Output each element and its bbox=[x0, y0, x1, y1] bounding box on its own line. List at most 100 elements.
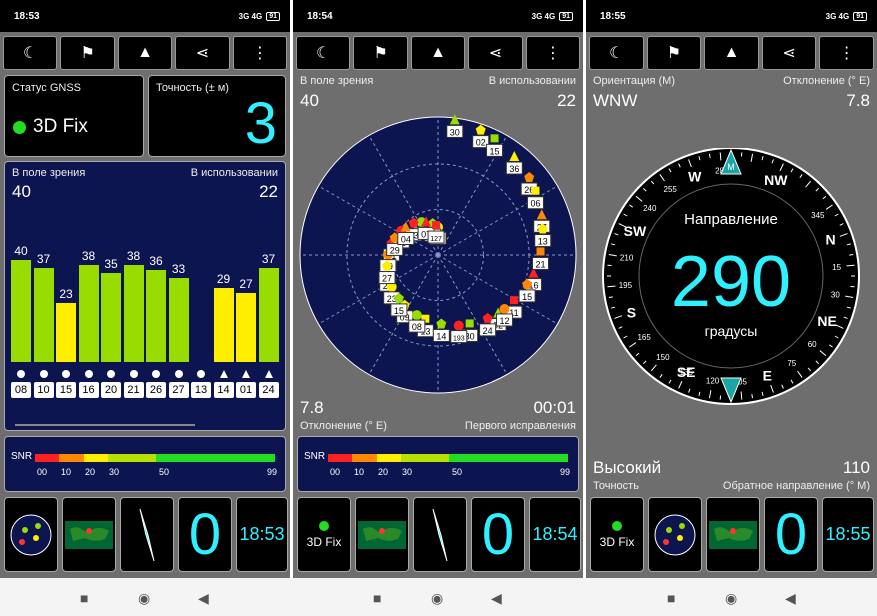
counter-value: 0 bbox=[481, 502, 515, 567]
satellite-marker bbox=[509, 296, 518, 305]
snr-tick: 99 bbox=[560, 467, 571, 477]
counter-tile[interactable]: 0 bbox=[764, 497, 818, 572]
declination-label: Отклонение (° E) bbox=[300, 420, 387, 432]
compass-tick bbox=[719, 152, 722, 161]
map-person-icon[interactable]: ⚑ bbox=[60, 36, 115, 70]
compass-thumbnail-tile[interactable] bbox=[413, 497, 467, 572]
snr-tick: 99 bbox=[267, 467, 278, 477]
gnss-status-panel[interactable]: Статус GNSS 3D Fix bbox=[4, 75, 144, 157]
status-icons: 3G 4G 91 bbox=[532, 11, 573, 21]
compass-tick bbox=[740, 391, 743, 400]
clock: 18:53 bbox=[14, 10, 40, 22]
status-tile[interactable]: 3D Fix bbox=[297, 497, 351, 572]
compass-tick bbox=[849, 253, 854, 256]
compass-degree: 165 bbox=[637, 333, 651, 342]
satellite-label: 127 bbox=[430, 236, 442, 243]
snr-bar bbox=[168, 278, 189, 362]
status-icons: 3G 4G 91 bbox=[826, 11, 867, 21]
in-view-label: В поле зрения bbox=[12, 167, 86, 179]
share-icon[interactable]: ⋖ bbox=[468, 36, 523, 70]
compass-tick bbox=[846, 264, 855, 267]
status-tile[interactable]: 3D Fix bbox=[590, 497, 644, 572]
counter-value: 0 bbox=[188, 502, 222, 567]
recents-icon[interactable]: ■ bbox=[373, 590, 381, 606]
fix-indicator-icon bbox=[319, 520, 329, 531]
satellite-label: 15 bbox=[522, 292, 532, 302]
in-use-label: В использовании bbox=[488, 75, 576, 87]
satellite-prn: 01 bbox=[236, 382, 256, 398]
snr-label: SNR bbox=[11, 451, 33, 462]
compass-degree: 75 bbox=[787, 359, 796, 368]
snr-tick: 30 bbox=[109, 467, 120, 477]
satellite-label: 08 bbox=[412, 322, 422, 332]
snr-bar-value: 37 bbox=[36, 251, 51, 266]
moon-icon[interactable]: ☾ bbox=[3, 36, 58, 70]
snr-bar bbox=[258, 267, 279, 362]
map-thumbnail-tile[interactable] bbox=[355, 497, 409, 572]
navigation-arrow-icon[interactable]: ▲ bbox=[117, 36, 173, 70]
fix-text: 3D Fix bbox=[33, 116, 88, 137]
fix-text: 3D Fix bbox=[306, 534, 342, 549]
satellite-prn: 13 bbox=[191, 382, 211, 398]
counter-tile[interactable]: 0 bbox=[471, 497, 525, 572]
sky-plot-icon bbox=[10, 514, 52, 555]
compass-degree: 30 bbox=[831, 290, 840, 299]
world-map-icon bbox=[709, 520, 757, 549]
heading-label: Направление bbox=[684, 211, 778, 228]
more-vert-icon[interactable]: ⋮ bbox=[819, 36, 874, 70]
share-icon[interactable]: ⋖ bbox=[175, 36, 230, 70]
satellite-marker bbox=[490, 134, 499, 143]
recents-icon[interactable]: ■ bbox=[667, 590, 675, 606]
world-map-icon bbox=[65, 520, 113, 549]
compass-thumbnail-tile[interactable] bbox=[120, 497, 174, 572]
navigation-arrow-icon[interactable]: ▲ bbox=[410, 36, 466, 70]
gps-marker-icon bbox=[129, 370, 138, 378]
home-icon[interactable]: ◉ bbox=[725, 590, 737, 607]
back-icon[interactable]: ◀ bbox=[198, 590, 209, 607]
map-person-icon[interactable]: ⚑ bbox=[353, 36, 408, 70]
clock-tile[interactable]: 18:55 bbox=[822, 497, 874, 572]
map-thumbnail-tile[interactable] bbox=[62, 497, 116, 572]
snr-tick: 50 bbox=[452, 467, 463, 477]
declination-value: 7.8 bbox=[300, 398, 324, 417]
more-vert-icon[interactable]: ⋮ bbox=[525, 36, 581, 70]
snr-tick: 00 bbox=[330, 467, 341, 477]
compass-degree: 195 bbox=[619, 281, 633, 290]
gps-marker-icon bbox=[39, 370, 48, 378]
more-vert-icon[interactable]: ⋮ bbox=[232, 36, 288, 70]
home-icon[interactable]: ◉ bbox=[138, 590, 150, 607]
clock-tile[interactable]: 18:53 bbox=[236, 497, 288, 572]
snr-bar-chart: 40 08 37 10 23 15 38 16 35 20 38 21 36 26 33 27 13 29 14 27… bbox=[11, 222, 279, 402]
home-icon[interactable]: ◉ bbox=[431, 590, 443, 607]
satellite-label: 14 bbox=[436, 331, 446, 341]
accuracy-panel[interactable]: Точность (± м) 3 bbox=[148, 75, 286, 157]
satellite-label: 24 bbox=[483, 326, 493, 336]
satellite-prn: 14 bbox=[213, 382, 234, 398]
network-indicator: 3G 4G bbox=[238, 11, 263, 21]
sky-plot[interactable]: 2002012613051628023008270920110936141321… bbox=[293, 110, 583, 410]
snr-bar bbox=[56, 303, 76, 362]
sky-thumbnail-tile[interactable] bbox=[4, 497, 58, 572]
compass-needle-icon bbox=[432, 508, 448, 561]
compass-tick bbox=[608, 296, 613, 299]
sky-thumbnail-tile[interactable] bbox=[648, 497, 702, 572]
snr-bars-panel[interactable]: В поле зрения В использовании 40 22 40 08… bbox=[4, 161, 286, 431]
clock-tile[interactable]: 18:54 bbox=[529, 497, 581, 572]
back-icon[interactable]: ◀ bbox=[785, 590, 796, 607]
map-thumbnail-tile[interactable] bbox=[706, 497, 760, 572]
map-person-icon[interactable]: ⚑ bbox=[646, 36, 702, 70]
compass-dial[interactable]: NNEESESSWWNW2852553452401521019530165601… bbox=[586, 148, 877, 418]
ttff-value: 00:01 bbox=[533, 398, 576, 417]
snr-bar-value: 36 bbox=[149, 254, 163, 269]
snr-tick: 10 bbox=[61, 467, 72, 477]
clock-tile-time: 18:54 bbox=[532, 524, 578, 544]
back-icon[interactable]: ◀ bbox=[491, 590, 502, 607]
moon-icon[interactable]: ☾ bbox=[589, 36, 644, 70]
counter-tile[interactable]: 0 bbox=[178, 497, 232, 572]
screenshots-row: 18:53 3G 4G 91 ☾ ⚑ ▲ ⋖ ⋮ Статус GNSS 3D … bbox=[0, 0, 877, 578]
share-icon[interactable]: ⋖ bbox=[761, 36, 817, 70]
in-view-count: 40 bbox=[300, 91, 319, 110]
navigation-arrow-icon[interactable]: ▲ bbox=[704, 36, 759, 70]
recents-icon[interactable]: ■ bbox=[80, 590, 88, 606]
moon-icon[interactable]: ☾ bbox=[296, 36, 351, 70]
